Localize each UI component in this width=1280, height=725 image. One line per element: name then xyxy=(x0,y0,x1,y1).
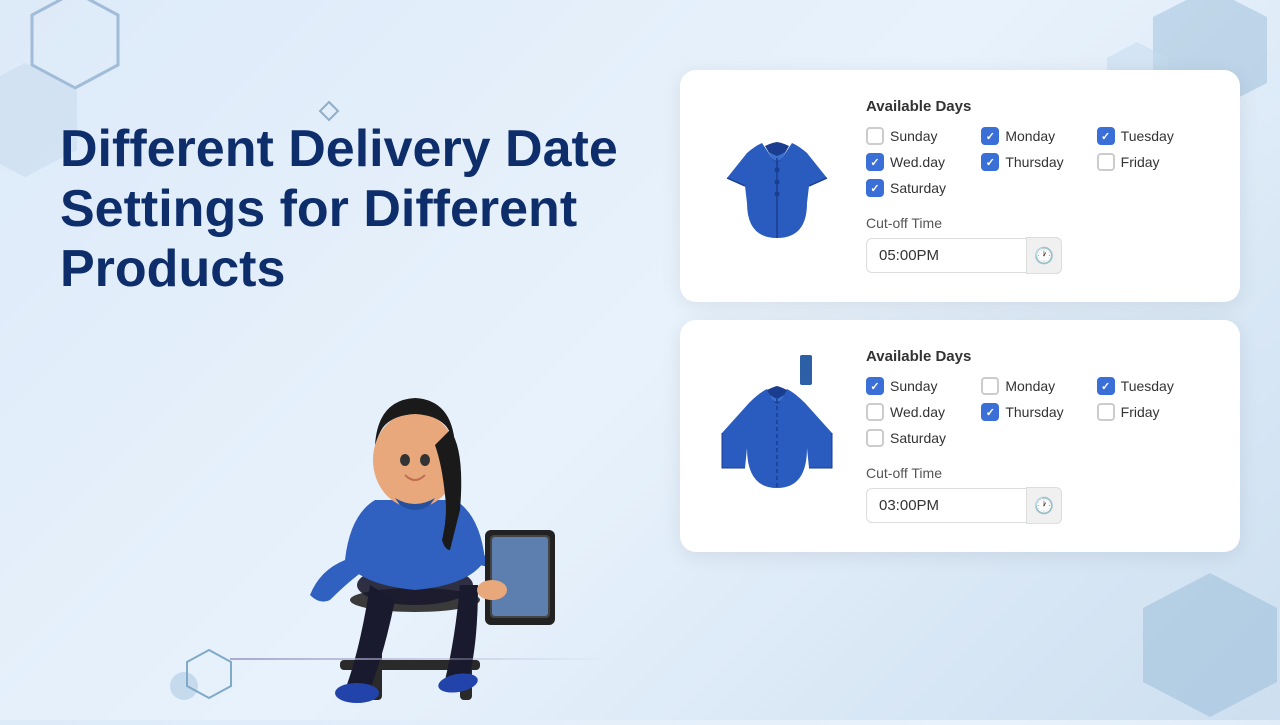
checkbox-tuesday-2[interactable] xyxy=(1097,377,1115,395)
day-item-monday-2[interactable]: Monday xyxy=(981,377,1092,395)
product-card-1: Available Days Sunday Monday Tuesday xyxy=(680,70,1240,302)
day-label-thursday-1: Thursday xyxy=(1005,154,1063,170)
day-item-thursday-2[interactable]: Thursday xyxy=(981,403,1092,421)
day-label-tuesday-2: Tuesday xyxy=(1121,378,1174,394)
person-illustration xyxy=(230,290,610,720)
right-section: Available Days Sunday Monday Tuesday xyxy=(680,70,1240,570)
day-label-saturday-2: Saturday xyxy=(890,430,946,446)
day-item-tuesday-2[interactable]: Tuesday xyxy=(1097,377,1208,395)
checkbox-sunday-2[interactable] xyxy=(866,377,884,395)
checkbox-sunday-1[interactable] xyxy=(866,127,884,145)
page-title: Different Delivery Date Settings for Dif… xyxy=(60,120,620,299)
day-item-thursday-1[interactable]: Thursday xyxy=(981,153,1092,171)
day-item-saturday-2[interactable]: Saturday xyxy=(866,429,977,447)
checkbox-monday-1[interactable] xyxy=(981,127,999,145)
day-label-monday-2: Monday xyxy=(1005,378,1055,394)
product-image-1 xyxy=(712,98,842,258)
product-settings-1: Available Days Sunday Monday Tuesday xyxy=(866,98,1208,274)
connector-bar xyxy=(800,355,812,385)
cutoff-input-row-1: 🕐 xyxy=(866,237,1208,274)
checkbox-wednesday-1[interactable] xyxy=(866,153,884,171)
cutoff-input-row-2: 🕐 xyxy=(866,487,1208,524)
checkbox-friday-1[interactable] xyxy=(1097,153,1115,171)
day-item-sunday-2[interactable]: Sunday xyxy=(866,377,977,395)
day-item-wednesday-1[interactable]: Wed.day xyxy=(866,153,977,171)
days-grid-2: Sunday Monday Tuesday Wed.day xyxy=(866,377,1208,447)
day-item-monday-1[interactable]: Monday xyxy=(981,127,1092,145)
checkbox-thursday-2[interactable] xyxy=(981,403,999,421)
day-label-friday-1: Friday xyxy=(1121,154,1160,170)
clock-icon-1: 🕐 xyxy=(1034,246,1054,266)
checkbox-monday-2[interactable] xyxy=(981,377,999,395)
day-label-sunday-2: Sunday xyxy=(890,378,937,394)
day-item-sunday-1[interactable]: Sunday xyxy=(866,127,977,145)
cutoff-input-2[interactable] xyxy=(866,488,1026,523)
checkbox-saturday-2[interactable] xyxy=(866,429,884,447)
product-card-2: Available Days Sunday Monday Tuesday xyxy=(680,320,1240,552)
clock-icon-2: 🕐 xyxy=(1034,496,1054,516)
clock-button-1[interactable]: 🕐 xyxy=(1026,237,1062,274)
day-label-saturday-1: Saturday xyxy=(890,180,946,196)
product-settings-2: Available Days Sunday Monday Tuesday xyxy=(866,348,1208,524)
cutoff-label-2: Cut-off Time xyxy=(866,465,1208,481)
left-section: Different Delivery Date Settings for Dif… xyxy=(60,120,620,319)
checkbox-wednesday-2[interactable] xyxy=(866,403,884,421)
days-grid-1: Sunday Monday Tuesday Wed.day xyxy=(866,127,1208,197)
day-label-tuesday-1: Tuesday xyxy=(1121,128,1174,144)
available-days-label-1: Available Days xyxy=(866,98,1208,115)
cutoff-input-1[interactable] xyxy=(866,238,1026,273)
day-item-wednesday-2[interactable]: Wed.day xyxy=(866,403,977,421)
available-days-label-2: Available Days xyxy=(866,348,1208,365)
cutoff-label-1: Cut-off Time xyxy=(866,215,1208,231)
cutoff-section-2: Cut-off Time 🕐 xyxy=(866,465,1208,524)
day-item-saturday-1[interactable]: Saturday xyxy=(866,179,977,197)
checkbox-tuesday-1[interactable] xyxy=(1097,127,1115,145)
product-image-2 xyxy=(712,348,842,508)
checkbox-thursday-1[interactable] xyxy=(981,153,999,171)
day-label-wednesday-1: Wed.day xyxy=(890,154,945,170)
checkbox-friday-2[interactable] xyxy=(1097,403,1115,421)
day-label-thursday-2: Thursday xyxy=(1005,404,1063,420)
day-label-wednesday-2: Wed.day xyxy=(890,404,945,420)
day-label-monday-1: Monday xyxy=(1005,128,1055,144)
day-item-tuesday-1[interactable]: Tuesday xyxy=(1097,127,1208,145)
checkbox-saturday-1[interactable] xyxy=(866,179,884,197)
day-label-friday-2: Friday xyxy=(1121,404,1160,420)
cutoff-section-1: Cut-off Time 🕐 xyxy=(866,215,1208,274)
day-label-sunday-1: Sunday xyxy=(890,128,937,144)
clock-button-2[interactable]: 🕐 xyxy=(1026,487,1062,524)
day-item-friday-2[interactable]: Friday xyxy=(1097,403,1208,421)
day-item-friday-1[interactable]: Friday xyxy=(1097,153,1208,171)
